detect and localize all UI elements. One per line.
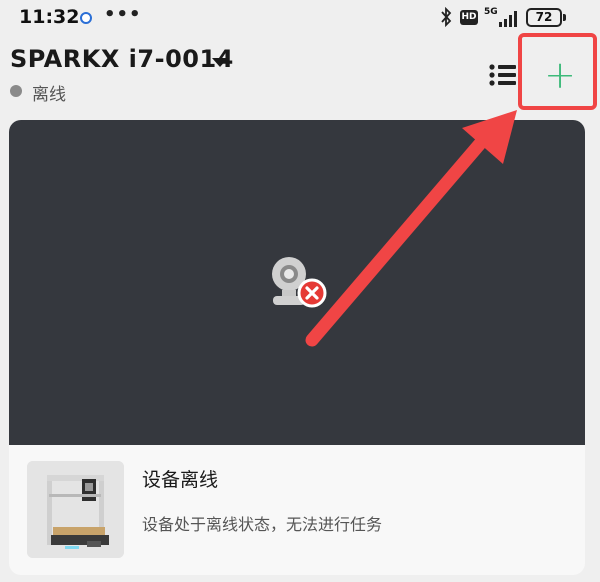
device-status: 离线 — [32, 85, 66, 105]
more-notifications-icon: ••• — [104, 4, 142, 25]
annotation-highlight-box — [518, 33, 597, 110]
battery-icon: 72 — [526, 8, 562, 27]
status-dot-icon — [10, 85, 22, 97]
device-name[interactable]: SPARKX i7-0014 — [10, 45, 234, 73]
offline-title: 设备离线 — [142, 469, 219, 491]
signal-icon — [499, 11, 517, 27]
notification-dot-icon — [80, 12, 92, 24]
network-type: 5G — [484, 7, 498, 17]
hd-icon: HD — [460, 10, 478, 25]
status-bar: 11:32 ••• HD 5G 72 — [0, 0, 600, 36]
printer-image — [27, 461, 124, 558]
camera-offline-icon — [272, 257, 327, 308]
offline-description: 设备处于离线状态，无法进行任务 — [142, 515, 383, 534]
chevron-down-icon[interactable] — [212, 58, 228, 67]
bluetooth-icon — [441, 7, 452, 27]
battery-nub — [563, 14, 566, 21]
status-time: 11:32 — [19, 6, 80, 28]
printer-thumbnail — [27, 461, 124, 558]
list-icon[interactable] — [488, 62, 518, 88]
